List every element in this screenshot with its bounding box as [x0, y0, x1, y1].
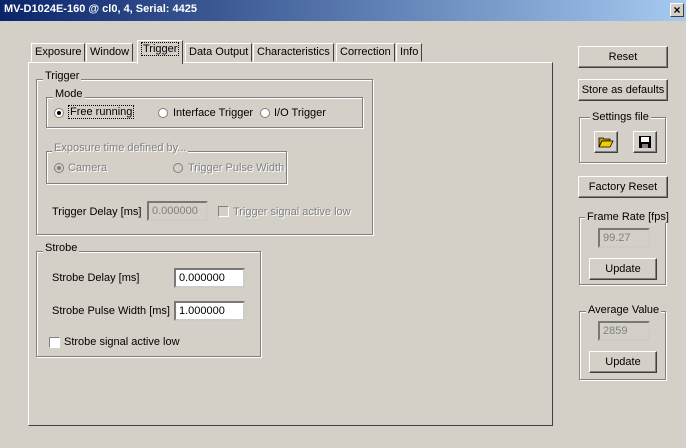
- interface-trigger-radio[interactable]: [158, 108, 168, 118]
- strobe-delay-label: Strobe Delay [ms]: [52, 272, 140, 284]
- trigger-group-label: Trigger: [43, 70, 82, 82]
- average-value[interactable]: 2859: [598, 321, 650, 341]
- strobe-pulse-width-label: Strobe Pulse Width [ms]: [52, 305, 170, 317]
- frame-rate-update-button[interactable]: Update: [589, 258, 657, 280]
- trigger-delay-input[interactable]: 0.000000: [147, 201, 208, 221]
- factory-reset-button[interactable]: Factory Reset: [578, 176, 668, 198]
- trigger-pulse-width-label[interactable]: Trigger Pulse Width: [188, 162, 284, 174]
- trigger-delay-label: Trigger Delay [ms]: [52, 206, 142, 218]
- tab-data-output[interactable]: Data Output: [185, 43, 253, 62]
- reset-button[interactable]: Reset: [578, 46, 668, 68]
- tab-correction[interactable]: Correction: [336, 43, 395, 62]
- strobe-pulse-width-input[interactable]: 1.000000: [174, 301, 245, 321]
- window-title: MV-D1024E-160 @ cl0, 4, Serial: 4425: [4, 3, 197, 15]
- folder-open-icon: [598, 137, 614, 148]
- strobe-group-label: Strobe: [43, 242, 80, 254]
- io-trigger-label[interactable]: I/O Trigger: [274, 107, 326, 119]
- save-file-button[interactable]: [633, 131, 657, 153]
- io-trigger-radio[interactable]: [260, 108, 270, 118]
- trigger-active-low-label[interactable]: Trigger signal active low: [233, 206, 351, 218]
- interface-trigger-label[interactable]: Interface Trigger: [173, 107, 253, 119]
- free-running-radio[interactable]: [54, 108, 64, 118]
- trigger-pulse-width-radio[interactable]: [173, 163, 183, 173]
- free-running-text: Free running: [68, 105, 135, 119]
- camera-label[interactable]: Camera: [68, 162, 107, 174]
- frame-rate-label: Frame Rate [fps]: [585, 211, 671, 223]
- exposure-source-label: Exposure time defined by...: [52, 142, 189, 154]
- average-update-button[interactable]: Update: [589, 351, 657, 373]
- strobe-delay-input[interactable]: 0.000000: [174, 268, 245, 288]
- close-button[interactable]: ×: [670, 3, 684, 17]
- camera-radio[interactable]: [54, 163, 64, 173]
- settings-file-label: Settings file: [590, 111, 651, 123]
- store-defaults-button[interactable]: Store as defaults: [578, 79, 668, 101]
- open-file-button[interactable]: [594, 131, 618, 153]
- mode-group-label: Mode: [53, 88, 85, 100]
- tab-characteristics[interactable]: Characteristics: [253, 43, 334, 62]
- strobe-active-low-label[interactable]: Strobe signal active low: [64, 336, 180, 348]
- tab-trigger-label: Trigger: [141, 42, 180, 56]
- strobe-active-low-checkbox[interactable]: [49, 337, 60, 348]
- tab-window[interactable]: Window: [86, 43, 134, 62]
- tab-exposure[interactable]: Exposure: [31, 43, 86, 62]
- free-running-label[interactable]: Free running: [68, 105, 135, 119]
- tab-trigger[interactable]: Trigger: [137, 40, 184, 64]
- tab-info[interactable]: Info: [396, 43, 423, 62]
- trigger-active-low-checkbox[interactable]: [218, 206, 229, 217]
- average-value-label: Average Value: [586, 304, 662, 316]
- frame-rate-value[interactable]: 99.27: [598, 228, 650, 248]
- floppy-disk-icon: [639, 136, 651, 148]
